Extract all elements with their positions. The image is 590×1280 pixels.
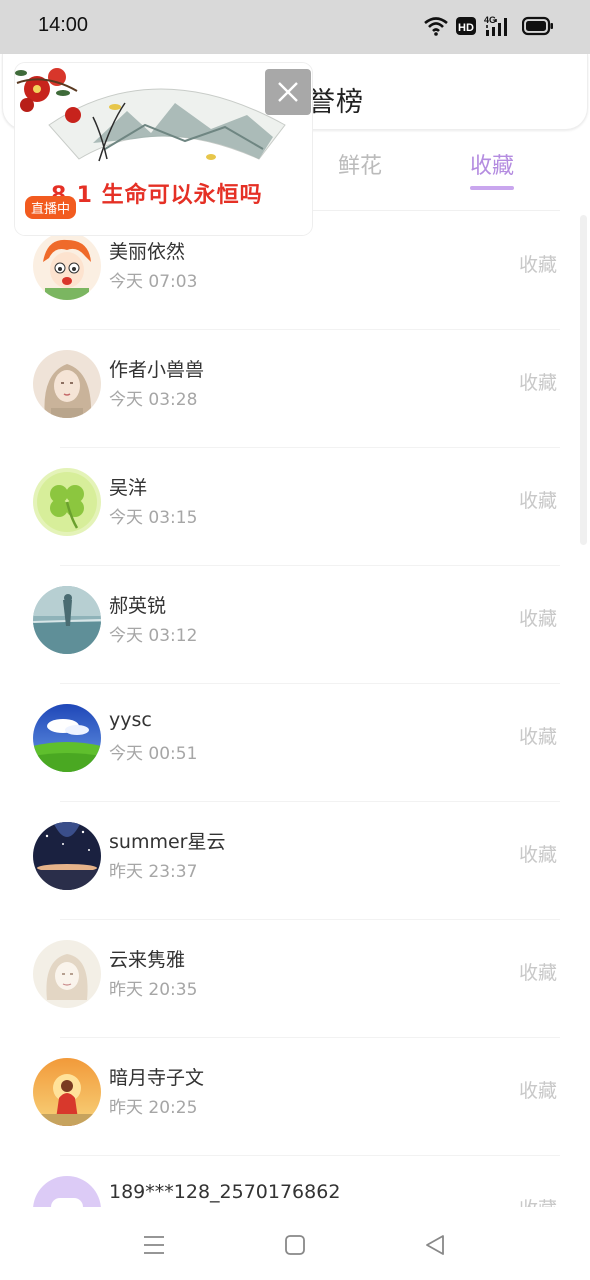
list-item[interactable]: 吴洋 今天 03:15 收藏 [0,448,590,566]
favorite-time: 昨天 20:35 [109,980,198,1000]
hd-icon: HD [456,17,476,35]
back-triangle-icon [426,1235,444,1255]
avatar[interactable] [33,232,101,300]
favorite-label: 收藏 [518,1080,557,1102]
favorite-time: 今天 07:03 [109,272,198,292]
nav-home-button[interactable] [280,1230,310,1260]
tab-favorites[interactable]: 收藏 [470,148,514,180]
scrollbar[interactable] [580,215,587,545]
user-name: 云来隽雅 [109,949,186,971]
list-item[interactable]: 郝英锐 今天 03:12 收藏 [0,566,590,684]
favorite-label: 收藏 [518,608,557,630]
list-item[interactable]: summer星云 昨天 23:37 收藏 [0,802,590,920]
list-item[interactable]: 作者小兽兽 今天 03:28 收藏 [0,330,590,448]
live-badge: 直播中 [25,196,77,219]
avatar[interactable] [33,586,101,654]
svg-text:4G: 4G [484,15,496,25]
close-widget-button[interactable] [265,69,311,115]
avatar[interactable] [33,1176,101,1207]
status-bar: 14:00 HD 4G [0,0,590,54]
menu-icon [144,1236,164,1254]
system-nav-bar [0,1207,590,1280]
active-tab-indicator [470,186,514,190]
list-item[interactable]: yysc 今天 00:51 收藏 [0,684,590,802]
user-name: 189***128_2570176862 [109,1181,341,1203]
nav-back-button[interactable] [420,1230,450,1260]
home-square-icon [285,1235,305,1255]
favorite-label: 收藏 [518,844,557,866]
user-name: 作者小兽兽 [109,359,205,381]
favorite-time: 今天 03:15 [109,508,198,528]
live-title: 8.1 生命可以永恒吗 [51,183,263,208]
favorite-time: 今天 03:12 [109,626,198,646]
list-item[interactable]: 暗月寺子文 昨天 20:25 收藏 [0,1038,590,1156]
user-name: 暗月寺子文 [109,1067,205,1089]
tab-flowers[interactable]: 鲜花 [338,148,382,180]
user-name: 美丽依然 [109,241,186,263]
favorite-time: 今天 03:28 [109,390,198,410]
svg-text:HD: HD [458,22,474,34]
user-name: summer星云 [109,831,226,853]
page-title: 誉榜 [308,87,364,118]
avatar[interactable] [33,350,101,418]
cellular-signal-icon: 4G [484,15,507,36]
favorite-time: 今天 00:51 [109,744,198,764]
list-item[interactable]: 云来隽雅 昨天 20:35 收藏 [0,920,590,1038]
favorite-label: 收藏 [518,490,557,512]
favorite-label: 收藏 [518,254,557,276]
avatar[interactable] [33,940,101,1008]
user-name: 吴洋 [109,477,148,499]
favorite-label: 收藏 [518,726,557,748]
list-item[interactable]: 189***128_2570176862 收藏 [0,1156,590,1207]
battery-icon [522,16,553,36]
status-icons: HD 4G [424,14,554,38]
favorite-time: 昨天 23:37 [109,862,198,882]
avatar[interactable] [33,704,101,772]
status-time: 14:00 [38,14,89,36]
user-name: yysc [109,709,152,731]
user-name: 郝英锐 [109,595,167,617]
close-icon [278,82,298,102]
wifi-icon [424,17,448,36]
favorite-time: 昨天 20:25 [109,1098,198,1118]
avatar[interactable] [33,822,101,890]
nav-menu-button[interactable] [139,1230,169,1260]
favorite-label: 收藏 [518,962,557,984]
favorite-label: 收藏 [519,1194,557,1207]
favorites-list[interactable]: 美丽依然 今天 07:03 收藏 作者小兽兽 今天 03:28 收藏 吴洋 今天… [0,212,590,1207]
avatar[interactable] [33,1058,101,1126]
avatar[interactable] [33,468,101,536]
favorite-label: 收藏 [518,372,557,394]
